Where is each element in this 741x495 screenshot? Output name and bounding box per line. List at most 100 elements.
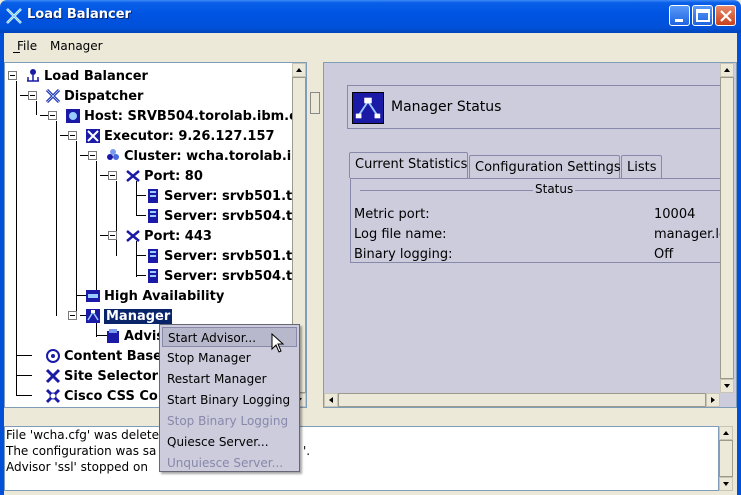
scroll-up-button[interactable]: [719, 426, 733, 440]
log-line: The configuration was sa: [6, 444, 157, 458]
tree-node-server[interactable]: Server: srvb501.tor: [145, 186, 306, 206]
tree-node-server[interactable]: Server: srvb504.tor: [145, 206, 306, 226]
scroll-down-button[interactable]: [720, 379, 734, 393]
metric-port-value: 10004: [654, 207, 696, 222]
tree-node-advisor[interactable]: Advis: [105, 326, 164, 346]
manager-icon: [86, 309, 100, 323]
tree-expander[interactable]: [68, 311, 77, 320]
close-button[interactable]: [715, 5, 736, 26]
advisor-icon: [107, 329, 119, 343]
tree-expander[interactable]: [68, 131, 77, 140]
menu-bar: File Manager: [4, 33, 737, 59]
log-output[interactable]: File 'wcha.cfg' was delete The configura…: [4, 426, 719, 491]
window-frame-right: [737, 33, 741, 495]
scroll-thumb[interactable]: [720, 77, 734, 379]
tree-expander[interactable]: [108, 231, 117, 240]
scroll-right-button[interactable]: [706, 393, 720, 407]
tree-node-dispatcher[interactable]: Dispatcher: [45, 86, 143, 106]
tree-node-site-selector[interactable]: Site Selector: [45, 366, 158, 386]
scroll-up-button[interactable]: [720, 63, 734, 77]
tree-node-content-based-routing[interactable]: Content Basec: [45, 346, 170, 366]
menu-item-start-binary-logging[interactable]: Start Binary Logging: [162, 390, 297, 410]
maximize-button[interactable]: [692, 5, 713, 26]
arrow-up-icon: [724, 68, 730, 72]
minimize-button[interactable]: [669, 5, 690, 26]
port-icon: [126, 230, 140, 242]
binary-logging-value: Off: [654, 247, 674, 262]
tree-node-port-443[interactable]: Port: 443: [125, 226, 212, 246]
scroll-left-button[interactable]: [324, 393, 338, 407]
tree-node-executor[interactable]: Executor: 9.26.127.157: [85, 126, 275, 146]
tree-node-high-availability[interactable]: High Availability: [85, 286, 224, 306]
server-icon: [148, 269, 158, 283]
status-vertical-scrollbar[interactable]: [720, 63, 734, 393]
tree-node-manager[interactable]: Manager: [85, 306, 173, 326]
tree-node-cisco-css[interactable]: Cisco CSS Con: [45, 386, 167, 406]
tree-expander[interactable]: [28, 91, 37, 100]
title-bar[interactable]: Load Balancer: [0, 0, 741, 33]
menu-file[interactable]: File: [17, 39, 37, 53]
tree-node-load-balancer[interactable]: Load Balancer: [25, 66, 148, 86]
log-file-name-value: manager.lc: [654, 227, 727, 242]
load-balancer-icon: [27, 69, 39, 82]
scroll-thumb[interactable]: [338, 393, 706, 407]
log-line: Advisor 'ssl' stopped on: [6, 460, 148, 474]
status-horizontal-scrollbar[interactable]: [324, 393, 720, 407]
file-mnemonic-underline: [13, 52, 20, 53]
log-line: File 'wcha.cfg' was delete: [6, 428, 159, 442]
server-icon: [148, 189, 158, 203]
tree-node-server[interactable]: Server: srvb501.to: [145, 246, 301, 266]
log-vertical-scrollbar[interactable]: [719, 426, 733, 491]
metric-port-label: Metric port:: [354, 207, 430, 222]
minimize-icon: [675, 19, 683, 22]
content-based-routing-icon: [46, 349, 60, 363]
tab-current-statistics[interactable]: Current Statistics: [349, 152, 468, 178]
tree-node-host[interactable]: Host: SRVB504.torolab.ibm.cor: [65, 106, 306, 126]
menu-manager[interactable]: Manager: [50, 39, 103, 53]
status-group-title: Status: [533, 182, 576, 196]
scroll-thumb[interactable]: [719, 440, 733, 477]
manager-status-header: Manager Status: [347, 85, 727, 129]
scroll-up-button[interactable]: [292, 63, 306, 77]
tree-node-port-80[interactable]: Port: 80: [125, 166, 203, 186]
tree-expander[interactable]: [108, 171, 117, 180]
log-file-name-label: Log file name:: [354, 227, 447, 242]
manager-icon: [352, 92, 384, 124]
arrow-down-icon: [724, 384, 730, 388]
scroll-down-button[interactable]: [719, 477, 733, 491]
mouse-cursor-icon: [271, 333, 285, 353]
pane-splitter[interactable]: [307, 62, 323, 408]
splitter-grip[interactable]: [310, 92, 320, 114]
menu-item-restart-manager[interactable]: Restart Manager: [162, 369, 297, 389]
menu-item-quiesce-server[interactable]: Quiesce Server...: [162, 432, 297, 452]
tab-configuration-settings[interactable]: Configuration Settings: [469, 155, 621, 179]
tab-lists[interactable]: Lists: [621, 155, 662, 179]
server-icon: [148, 209, 158, 223]
executor-icon: [86, 129, 100, 143]
host-icon: [66, 109, 80, 123]
arrow-left-icon: [329, 397, 333, 403]
port-icon: [126, 170, 140, 182]
server-icon: [148, 249, 158, 263]
dispatcher-icon: [45, 88, 61, 104]
arrow-down-icon: [723, 482, 729, 486]
tree-node-cluster[interactable]: Cluster: wcha.torolab.ibr: [105, 146, 306, 166]
menu-item-unquiesce-server: Unquiesce Server...: [167, 456, 284, 470]
maximize-icon: [696, 9, 710, 22]
horizontal-splitter[interactable]: [4, 408, 737, 426]
arrow-up-icon: [296, 68, 302, 72]
arrow-up-icon: [723, 431, 729, 435]
tree-expander[interactable]: [88, 151, 97, 160]
site-selector-icon: [45, 368, 61, 384]
menu-item-stop-binary-logging: Stop Binary Logging: [167, 414, 289, 428]
tree-expander[interactable]: [8, 71, 17, 80]
binary-logging-label: Binary logging:: [354, 247, 453, 262]
arrow-right-icon: [711, 397, 715, 403]
manager-status-panel: Manager Status Current Statistics Config…: [323, 62, 737, 408]
close-icon: [720, 10, 732, 22]
window-title: Load Balancer: [27, 7, 131, 22]
tree-expander[interactable]: [48, 111, 57, 120]
tree-node-server[interactable]: Server: srvb504.to: [145, 266, 301, 286]
manager-status-title: Manager Status: [391, 99, 502, 115]
high-availability-icon: [86, 290, 100, 302]
